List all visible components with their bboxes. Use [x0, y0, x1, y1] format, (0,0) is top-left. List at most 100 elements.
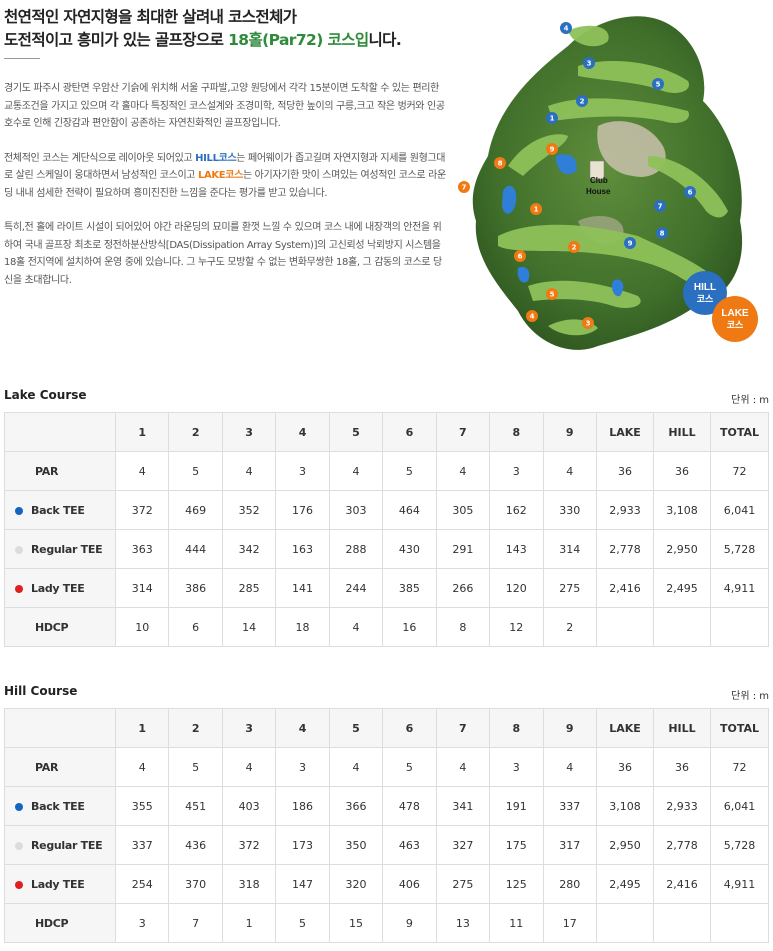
- header-hole: 9: [542, 412, 597, 452]
- hill-course-keyword: HILL코스: [195, 152, 237, 164]
- table-cell: 366: [328, 786, 384, 826]
- regular-tee-dot-icon: [15, 841, 23, 850]
- hill-hole-marker: 3: [583, 57, 595, 69]
- header-hole: 7: [435, 412, 491, 452]
- header-lake: LAKE: [596, 708, 654, 748]
- regular-tee-dot-icon: [15, 545, 23, 554]
- table-cell: [710, 903, 769, 943]
- headline-line2-pre: 도전적이고 흥미가 있는 골프장으로: [4, 31, 229, 49]
- svg-text:9: 9: [628, 240, 633, 248]
- table-cell: 385: [382, 568, 437, 608]
- header-hole: 6: [382, 708, 437, 748]
- table-cell: 4: [542, 747, 597, 787]
- row-label-lady-tee: Lady TEE: [4, 864, 116, 904]
- table-cell: 4,911: [710, 864, 769, 904]
- svg-text:HILL: HILL: [694, 282, 716, 293]
- headline-line2-post: 니다.: [368, 31, 402, 49]
- svg-text:6: 6: [688, 189, 693, 197]
- header-hole: 7: [435, 708, 491, 748]
- row-label-text: Regular TEE: [31, 838, 103, 852]
- table-cell: 36: [653, 747, 711, 787]
- table-cell: 469: [168, 490, 223, 530]
- title-divider: [4, 58, 40, 59]
- table-cell: 3: [275, 747, 330, 787]
- table-cell: 36: [596, 451, 654, 491]
- table-cell: 2,950: [596, 825, 654, 865]
- table-cell: 291: [435, 529, 491, 569]
- table-cell: 2,933: [653, 786, 711, 826]
- header-hole: 2: [168, 708, 223, 748]
- svg-text:1: 1: [550, 115, 555, 123]
- par-row: PAR 4 5 4 3 4 5 4 3 4 36 36 72: [4, 451, 769, 491]
- row-label-regular-tee: Regular TEE: [4, 825, 116, 865]
- table-cell: 3,108: [596, 786, 654, 826]
- table-cell: 406: [382, 864, 437, 904]
- lake-course-scorecard: 1 2 3 4 5 6 7 8 9 LAKE HILL TOTAL PAR 4 …: [4, 412, 769, 647]
- table-cell: 451: [168, 786, 223, 826]
- hill-hole-marker: 4: [560, 22, 572, 34]
- svg-text:4: 4: [564, 25, 569, 33]
- table-cell: 337: [542, 786, 597, 826]
- header-total: TOTAL: [710, 412, 769, 452]
- header-hill: HILL: [653, 708, 711, 748]
- row-label-text: Lady TEE: [31, 877, 85, 891]
- table-cell: 12: [489, 607, 544, 647]
- headline-highlight: 18홀(Par72) 코스입: [228, 31, 369, 49]
- row-label-par: PAR: [4, 747, 116, 787]
- table-cell: 275: [542, 568, 597, 608]
- hill-hole-marker: 2: [576, 95, 588, 107]
- table-cell: 355: [114, 786, 170, 826]
- table-cell: 4: [328, 607, 384, 647]
- svg-text:코스: 코스: [697, 294, 714, 305]
- table-cell: 5,728: [710, 529, 769, 569]
- header-row: 1 2 3 4 5 6 7 8 9 LAKE HILL TOTAL: [4, 708, 769, 748]
- table-cell: 4: [435, 451, 491, 491]
- table-cell: 17: [542, 903, 597, 943]
- svg-text:8: 8: [498, 160, 503, 168]
- table-cell: 337: [114, 825, 170, 865]
- row-label-text: Lady TEE: [31, 581, 85, 595]
- table-cell: 2,778: [596, 529, 654, 569]
- table-cell: 330: [542, 490, 597, 530]
- back-tee-dot-icon: [15, 506, 23, 515]
- row-label-text: Back TEE: [31, 799, 85, 813]
- header-total: TOTAL: [710, 708, 769, 748]
- table-cell: 6,041: [710, 490, 769, 530]
- table-cell: 314: [114, 568, 170, 608]
- header-hole: 1: [114, 412, 170, 452]
- row-label-hdcp: HDCP: [4, 903, 116, 943]
- table-cell: 120: [489, 568, 544, 608]
- table-cell: 7: [168, 903, 223, 943]
- table-cell: 15: [328, 903, 384, 943]
- table-cell: 288: [328, 529, 384, 569]
- table-cell: 341: [435, 786, 491, 826]
- par-row: PAR 4 5 4 3 4 5 4 3 4 36 36 72: [4, 747, 769, 787]
- table-cell: 3: [114, 903, 170, 943]
- back-tee-dot-icon: [15, 802, 23, 811]
- table-cell: 8: [435, 607, 491, 647]
- table-cell: 314: [542, 529, 597, 569]
- hill-hole-marker: 6: [684, 186, 696, 198]
- svg-text:8: 8: [660, 230, 665, 238]
- table-cell: 5: [382, 451, 437, 491]
- svg-text:2: 2: [572, 244, 577, 252]
- svg-text:9: 9: [550, 146, 555, 154]
- table-cell: 280: [542, 864, 597, 904]
- svg-text:LAKE: LAKE: [721, 308, 749, 319]
- table-cell: 1: [221, 903, 277, 943]
- table-cell: 386: [168, 568, 223, 608]
- table-cell: 2,416: [653, 864, 711, 904]
- table-cell: 403: [221, 786, 277, 826]
- lady-tee-row: Lady TEE 254 370 318 147 320 406 275 125…: [4, 864, 769, 904]
- club-house-label: House: [586, 187, 611, 196]
- table-cell: 5: [382, 747, 437, 787]
- lake-hole-marker: 7: [458, 181, 470, 193]
- table-cell: 3: [489, 451, 544, 491]
- table-cell: 147: [275, 864, 330, 904]
- hill-hole-marker: 9: [624, 237, 636, 249]
- table-cell: 4,911: [710, 568, 769, 608]
- table-cell: 464: [382, 490, 437, 530]
- course-map: Club House 4 3 5 2 1 6 7 8 9 8 9 7 1 2 6…: [458, 16, 758, 350]
- svg-text:코스: 코스: [727, 320, 744, 331]
- table-cell: 2,950: [653, 529, 711, 569]
